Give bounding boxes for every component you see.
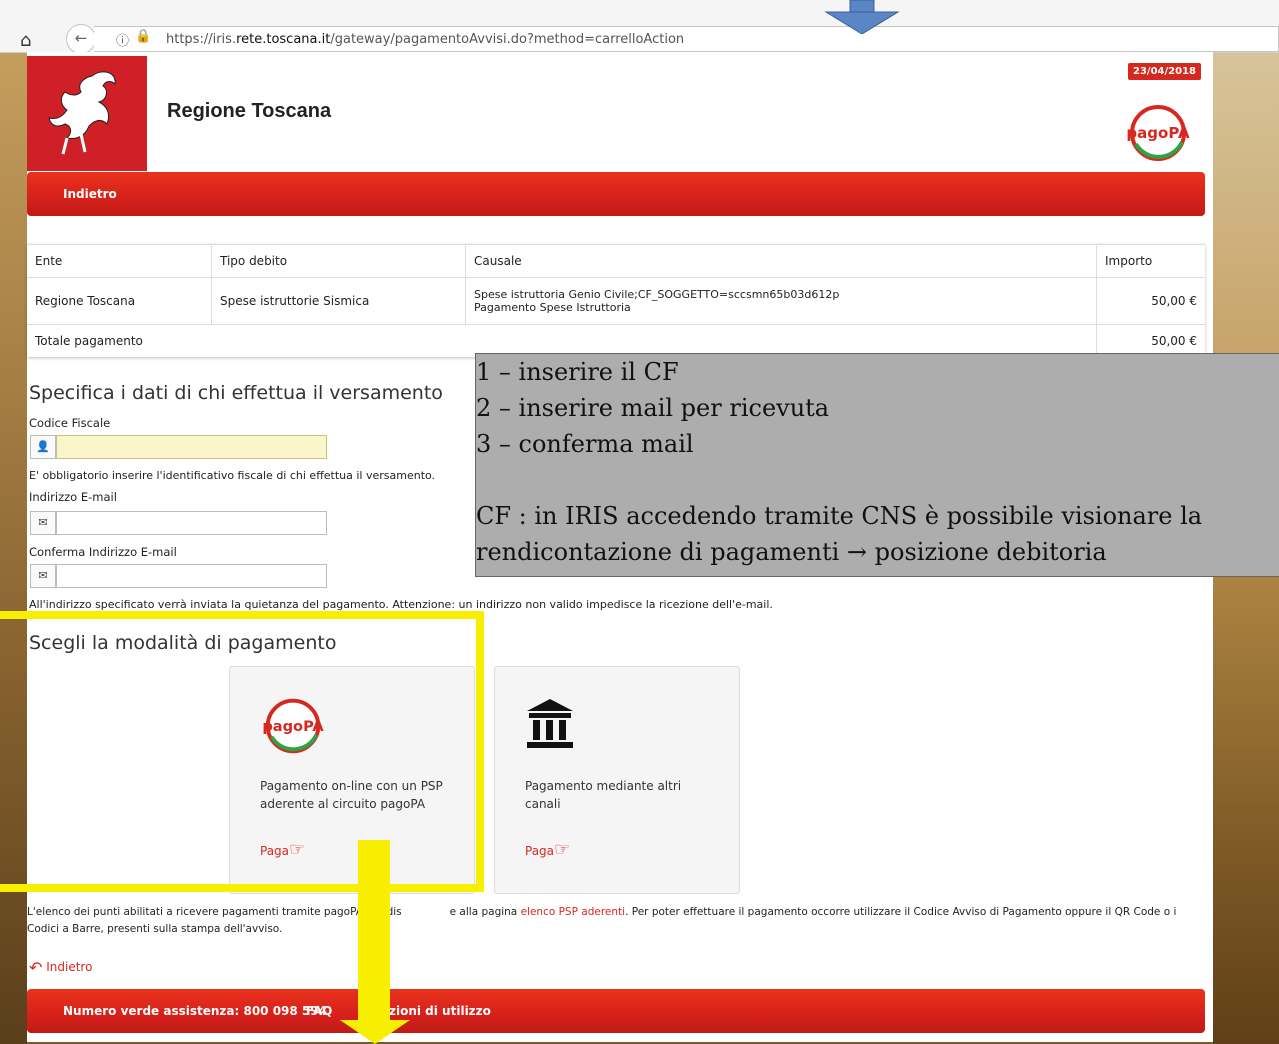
callout-line: CF : in IRIS accedendo tramite CNS è pos…: [476, 502, 1203, 530]
table-row: Regione Toscana Spese istruttorie Sismic…: [27, 277, 1205, 325]
svg-text:pagoPA: pagoPA: [1126, 124, 1190, 142]
pagopa-logo-icon: pagoPA: [1126, 105, 1190, 161]
user-icon: 👤: [30, 435, 56, 459]
psp-list-link[interactable]: elenco PSP aderenti: [521, 906, 626, 918]
numero-verde: Numero verde assistenza: 800 098 594: [63, 1004, 327, 1018]
yellow-down-arrow-icon: [340, 840, 410, 1044]
site-title: Regione Toscana: [167, 100, 332, 122]
email-confirm-input[interactable]: [56, 564, 327, 588]
callout-line: [476, 462, 1279, 498]
bank-icon: [527, 699, 573, 748]
email-confirm-label: Conferma Indirizzo E-mail: [29, 545, 177, 559]
info-icon[interactable]: ⓘ: [116, 30, 129, 49]
faq-link[interactable]: FAQ: [306, 1004, 332, 1018]
cell-ente: Regione Toscana: [27, 277, 212, 325]
callout-line: 3 – conferma mail: [476, 430, 694, 458]
col-tipo-debito: Tipo debito: [211, 244, 466, 278]
codice-fiscale-input[interactable]: [56, 435, 327, 459]
email-input[interactable]: [56, 511, 327, 535]
pointing-hand-icon-2: ☞: [554, 839, 571, 860]
callout-line: 2 – inserire mail per ricevuta: [476, 394, 830, 422]
cf-label: Codice Fiscale: [29, 416, 111, 430]
yellow-highlight-box: [0, 611, 484, 892]
paga-other-button[interactable]: Paga☞: [525, 839, 570, 860]
email-note: All'indirizzo specificato verrà inviata …: [29, 598, 773, 611]
back-curved-arrow-icon: ↶: [29, 958, 43, 977]
home-icon[interactable]: ⌂: [20, 30, 31, 51]
cell-tipo: Spese istruttorie Sismica: [211, 277, 466, 325]
indietro-top-button[interactable]: Indietro: [63, 187, 117, 201]
background-left-strip: [0, 52, 27, 1044]
blue-down-arrow-icon: [824, 0, 900, 34]
top-nav-bar: Indietro: [27, 172, 1205, 216]
causale-line-1: Spese istruttoria Genio Civile;CF_SOGGET…: [474, 288, 840, 301]
back-arrow-icon[interactable]: ←: [66, 24, 96, 54]
callout-line: rendicontazione di pagamenti → posizione…: [476, 538, 1107, 566]
col-causale: Causale: [465, 244, 1097, 278]
date-badge: 23/04/2018: [1128, 63, 1201, 80]
col-ente: Ente: [27, 244, 212, 278]
callout-line: 1 – inserire il CF: [476, 358, 679, 386]
envelope-confirm-icon: ✉: [30, 564, 56, 588]
cell-causale: Spese istruttoria Genio Civile;CF_SOGGET…: [465, 277, 1097, 325]
payment-table: Ente Tipo debito Causale Importo Regione…: [27, 244, 1205, 357]
envelope-icon: ✉: [30, 511, 56, 535]
cf-note: E' obbligatorio inserire l'identificativ…: [29, 469, 436, 482]
email-label: Indirizzo E-mail: [29, 490, 117, 504]
form-title: Specifica i dati di chi effettua il vers…: [29, 382, 443, 404]
causale-line-2: Pagamento Spese Istruttoria: [474, 301, 631, 314]
other-channels-card[interactable]: Pagamento mediante altri canali Paga☞: [494, 666, 740, 894]
indietro-bottom-link[interactable]: ↶ Indietro: [29, 958, 92, 977]
lock-icon[interactable]: 🔒: [135, 29, 151, 44]
browser-toolbar: ⌂ ← ⓘ 🔒 https://iris.rete.toscana.it/gat…: [0, 0, 1279, 54]
psp-footnote: L'elenco dei punti abilitati a ricevere …: [27, 906, 1177, 935]
regione-toscana-logo[interactable]: [27, 56, 147, 171]
pegasus-icon: [48, 71, 116, 155]
other-channels-text: Pagamento mediante altri canali: [525, 779, 682, 811]
footer-bar: Numero verde assistenza: 800 098 594 FAQ…: [27, 989, 1205, 1033]
url-text[interactable]: https://iris.rete.toscana.it/gateway/pag…: [166, 32, 684, 47]
annotation-callout: 1 – inserire il CF 2 – inserire mail per…: [475, 353, 1279, 577]
table-header-row: Ente Tipo debito Causale Importo: [27, 244, 1205, 278]
cell-importo: 50,00 €: [1096, 277, 1205, 325]
col-importo: Importo: [1096, 244, 1205, 278]
